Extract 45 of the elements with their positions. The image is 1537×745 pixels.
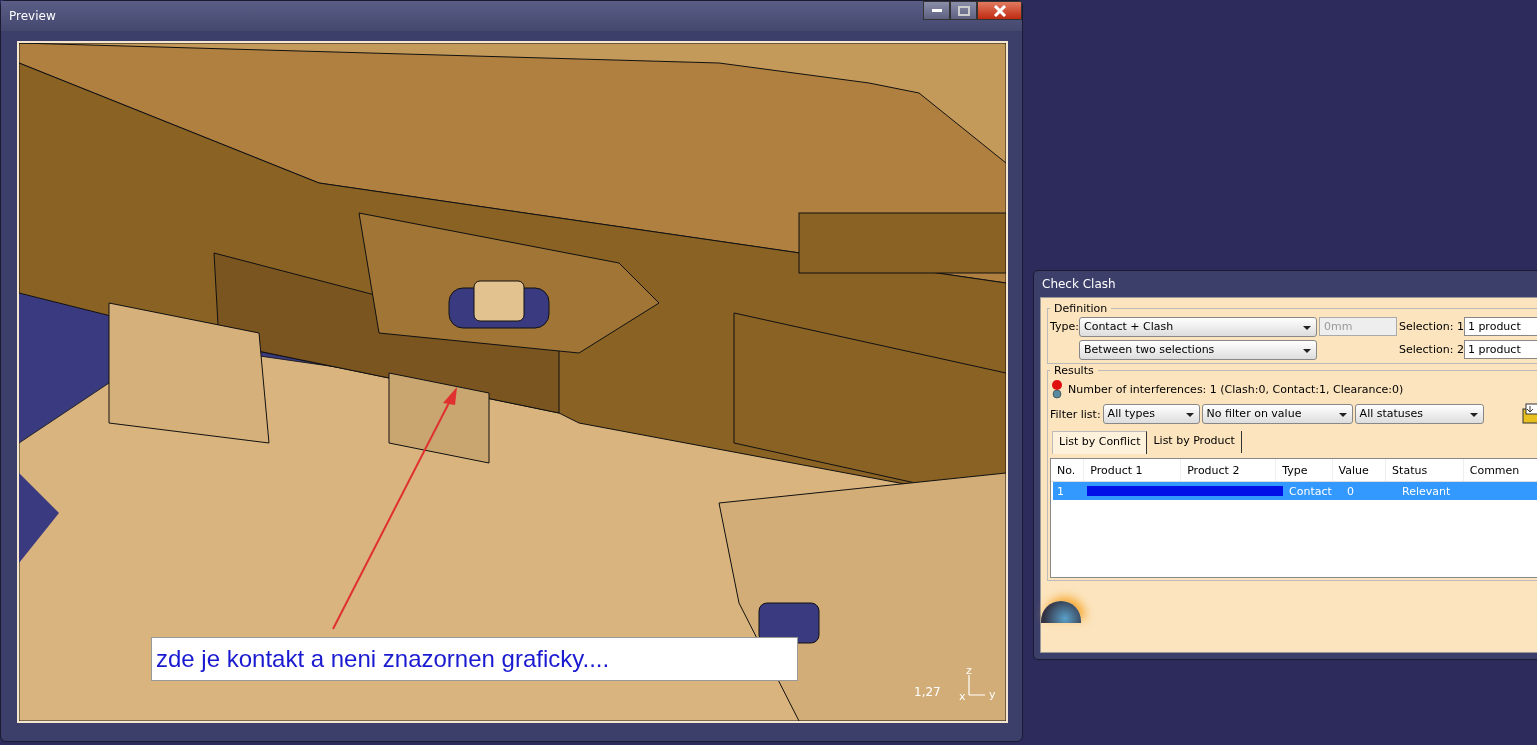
close-button[interactable]	[977, 1, 1022, 20]
list-tab[interactable]: List by Product	[1147, 431, 1242, 453]
table-cell-text: 0	[1346, 484, 1355, 498]
close-icon	[992, 4, 1007, 17]
column-header[interactable]: Commen	[1463, 459, 1537, 481]
maximize-button[interactable]	[950, 1, 977, 20]
list-tab[interactable]: List by Conflict	[1052, 431, 1148, 454]
caret-icon	[1303, 325, 1311, 330]
column-header[interactable]: Product 2	[1181, 459, 1277, 481]
caret-icon	[1338, 413, 1347, 417]
type-label: Type:	[1050, 320, 1079, 333]
column-header[interactable]: Product 1	[1084, 459, 1182, 481]
filter-dropdown[interactable]: All statuses	[1354, 404, 1484, 424]
filter-dropdown[interactable]: No filter on value	[1201, 404, 1353, 424]
group-legend: Results	[1050, 364, 1098, 377]
filter-label: Filter list:	[1050, 407, 1101, 421]
type-dropdown[interactable]: Contact + Clash	[1079, 316, 1317, 337]
selection-label: Selection: 2	[1399, 343, 1464, 356]
folder-icon[interactable]	[1521, 403, 1537, 425]
zoom-reading: 1,27	[914, 685, 941, 699]
caret-icon	[1185, 413, 1194, 417]
column-header[interactable]: Value	[1332, 459, 1387, 481]
selection-field[interactable]: 1 product	[1463, 340, 1537, 359]
column-header[interactable]: No.	[1051, 459, 1085, 481]
minimize-button[interactable]	[923, 1, 950, 20]
globe-icon	[1041, 601, 1081, 623]
window-title: Preview	[9, 9, 56, 23]
column-header[interactable]: Status	[1386, 459, 1464, 481]
table-cell-text: 1	[1056, 484, 1065, 498]
dialog-title: Check Clash	[1042, 277, 1116, 291]
clearance-field: 0mm	[1319, 317, 1397, 336]
selection-label: Selection: 1	[1399, 320, 1464, 333]
interference-summary: Number of interferences: 1 (Clash:0, Contact:1, Clearance:0)	[1068, 382, 1404, 396]
table-cell-text: Relevant	[1401, 484, 1452, 498]
viewport[interactable]: zde je kontakt a neni znazornen graficky.... 1,27 z x y	[19, 43, 1006, 721]
group-legend: Definition	[1050, 302, 1112, 315]
mode-dropdown[interactable]: Between two selections	[1079, 339, 1317, 360]
traffic-light-icon	[1050, 379, 1064, 399]
caret-icon	[1303, 348, 1311, 353]
column-header[interactable]: Type	[1276, 459, 1333, 481]
selection-field[interactable]: 1 product	[1463, 317, 1537, 336]
annotation-label: zde je kontakt a neni znazornen graficky....	[151, 637, 798, 681]
caret-icon	[1469, 413, 1478, 417]
filter-dropdown[interactable]: All types	[1102, 404, 1200, 424]
table-cell-text: Contact	[1288, 484, 1333, 498]
